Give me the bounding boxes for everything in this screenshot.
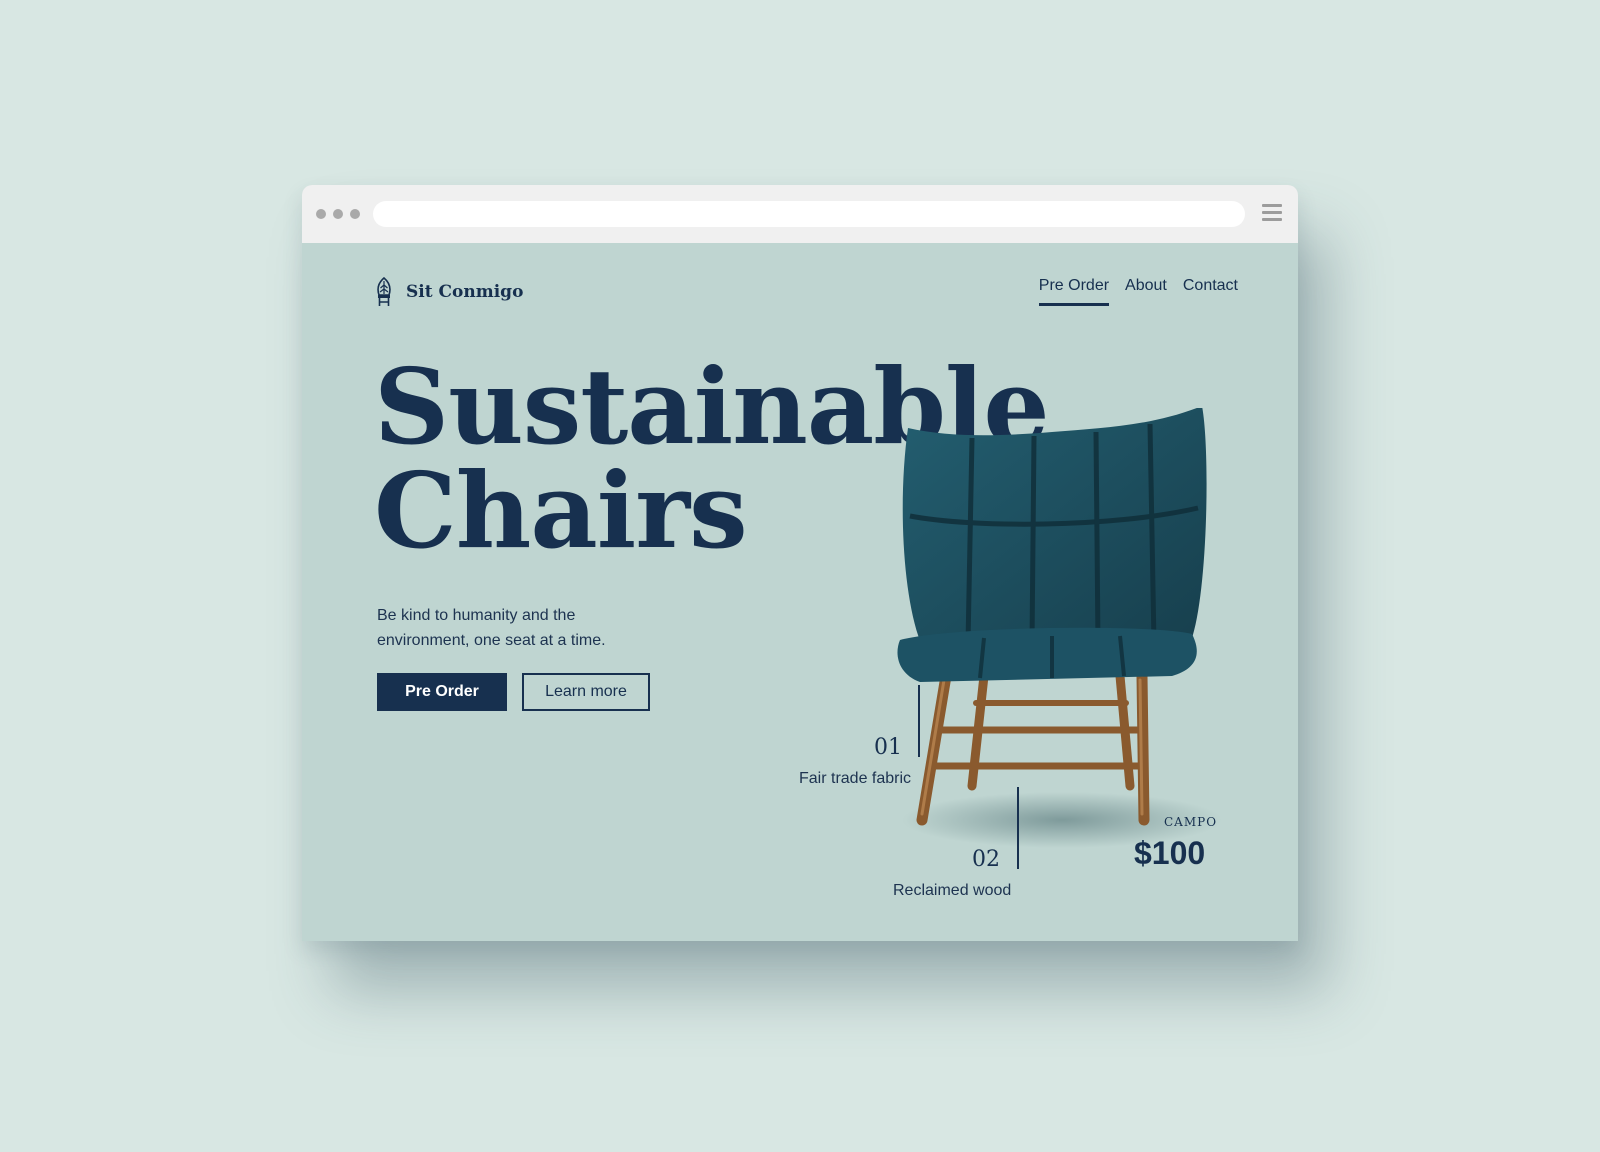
feature-2-line	[1017, 787, 1019, 869]
hero-tagline: Be kind to humanity and the environment,…	[377, 607, 606, 649]
nav-about[interactable]: About	[1125, 277, 1167, 306]
window-dot-minimize[interactable]	[333, 209, 343, 219]
main-nav: Pre Order About Contact	[1038, 277, 1238, 306]
address-bar[interactable]	[373, 201, 1245, 227]
headline-line-2: Chairs	[374, 449, 748, 572]
browser-chrome	[302, 185, 1298, 243]
nav-contact[interactable]: Contact	[1183, 277, 1238, 306]
landing-page: Sit Conmigo Pre Order About Contact Sust…	[302, 243, 1298, 941]
learn-more-button[interactable]: Learn more	[522, 673, 650, 711]
browser-window: Sit Conmigo Pre Order About Contact Sust…	[302, 185, 1298, 941]
product-name: CAMPO	[1164, 815, 1218, 829]
product-price: $100	[1134, 835, 1206, 871]
hamburger-icon[interactable]	[1262, 204, 1282, 222]
nav-pre-order[interactable]: Pre Order	[1038, 277, 1110, 306]
brand-name: Sit Conmigo	[406, 282, 524, 302]
window-dot-maximize[interactable]	[350, 209, 360, 219]
window-dot-close[interactable]	[316, 209, 326, 219]
brand-logo[interactable]: Sit Conmigo	[376, 277, 523, 307]
pre-order-button[interactable]: Pre Order	[377, 673, 507, 711]
chair-leaf-icon	[377, 277, 391, 306]
feature-1-line	[918, 685, 920, 757]
